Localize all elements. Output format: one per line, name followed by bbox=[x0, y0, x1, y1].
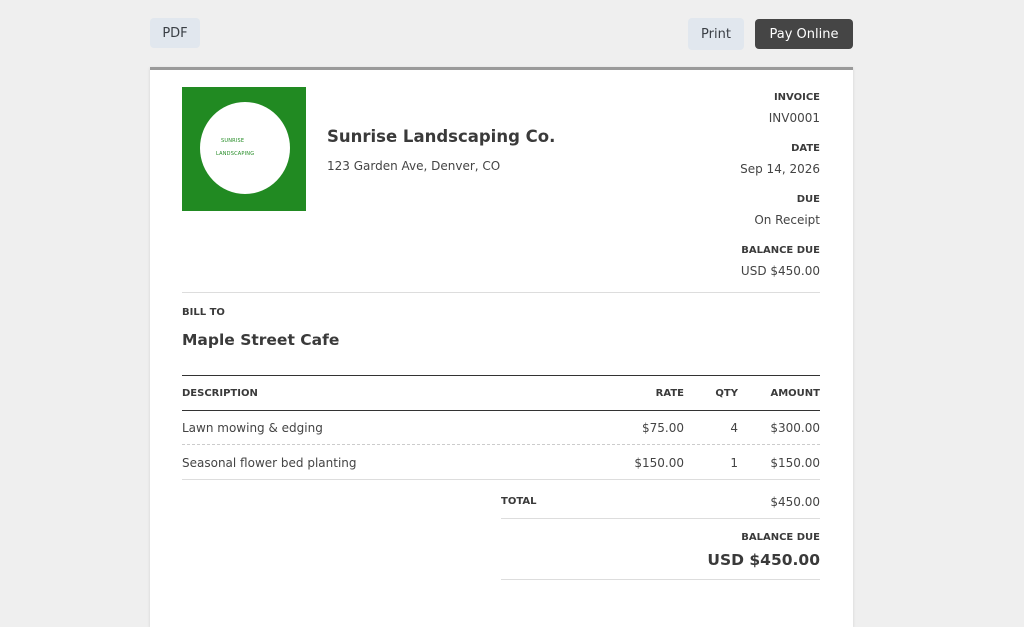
date-label: DATE bbox=[791, 143, 820, 154]
header-divider bbox=[182, 292, 820, 293]
logo-text-line1: SUNRISE bbox=[221, 138, 245, 144]
row2-description: Seasonal flower bed planting bbox=[182, 456, 357, 470]
summary-balance-due-label: BALANCE DUE bbox=[741, 532, 820, 543]
row1-amount: $300.00 bbox=[770, 421, 820, 435]
table-header-divider bbox=[182, 410, 820, 411]
column-header-qty: QTY bbox=[715, 388, 738, 399]
column-header-rate: RATE bbox=[655, 388, 684, 399]
column-header-amount: AMOUNT bbox=[770, 388, 820, 399]
row2-rate: $150.00 bbox=[634, 456, 684, 470]
invoice-sheet: SUNRISE LANDSCAPING Sunrise Landscaping … bbox=[150, 67, 853, 627]
table-bottom-border bbox=[182, 479, 820, 480]
summary-balance-due-value: USD $450.00 bbox=[707, 551, 820, 569]
due-value: On Receipt bbox=[754, 213, 820, 227]
pay-online-button[interactable]: Pay Online bbox=[755, 19, 853, 49]
total-label: TOTAL bbox=[501, 496, 537, 507]
logo-circle: SUNRISE LANDSCAPING bbox=[200, 102, 290, 194]
total-divider bbox=[501, 518, 820, 519]
row2-qty: 1 bbox=[730, 456, 738, 470]
company-address: 123 Garden Ave, Denver, CO bbox=[327, 159, 501, 173]
due-label: DUE bbox=[796, 194, 820, 205]
summary-bottom-divider bbox=[501, 579, 820, 580]
row2-amount: $150.00 bbox=[770, 456, 820, 470]
logo-text-line2: LANDSCAPING bbox=[216, 151, 255, 157]
balance-due-label: BALANCE DUE bbox=[741, 245, 820, 256]
company-logo: SUNRISE LANDSCAPING bbox=[182, 87, 306, 211]
row1-qty: 4 bbox=[730, 421, 738, 435]
bill-to-name: Maple Street Cafe bbox=[182, 331, 340, 349]
total-value: $450.00 bbox=[770, 495, 820, 509]
row-divider bbox=[182, 444, 820, 445]
invoice-date: Sep 14, 2026 bbox=[740, 162, 820, 176]
row1-rate: $75.00 bbox=[642, 421, 684, 435]
print-button[interactable]: Print bbox=[688, 18, 744, 50]
column-header-description: DESCRIPTION bbox=[182, 388, 258, 399]
invoice-label: INVOICE bbox=[773, 92, 820, 103]
bill-to-label: BILL TO bbox=[182, 307, 225, 318]
company-name: Sunrise Landscaping Co. bbox=[327, 127, 556, 146]
invoice-toolbar: PDF Print Pay Online bbox=[150, 18, 853, 50]
table-top-border bbox=[182, 375, 820, 376]
pdf-button[interactable]: PDF bbox=[150, 18, 200, 48]
balance-due-value: USD $450.00 bbox=[740, 264, 820, 278]
invoice-number: INV0001 bbox=[768, 111, 820, 125]
row1-description: Lawn mowing & edging bbox=[182, 421, 323, 435]
